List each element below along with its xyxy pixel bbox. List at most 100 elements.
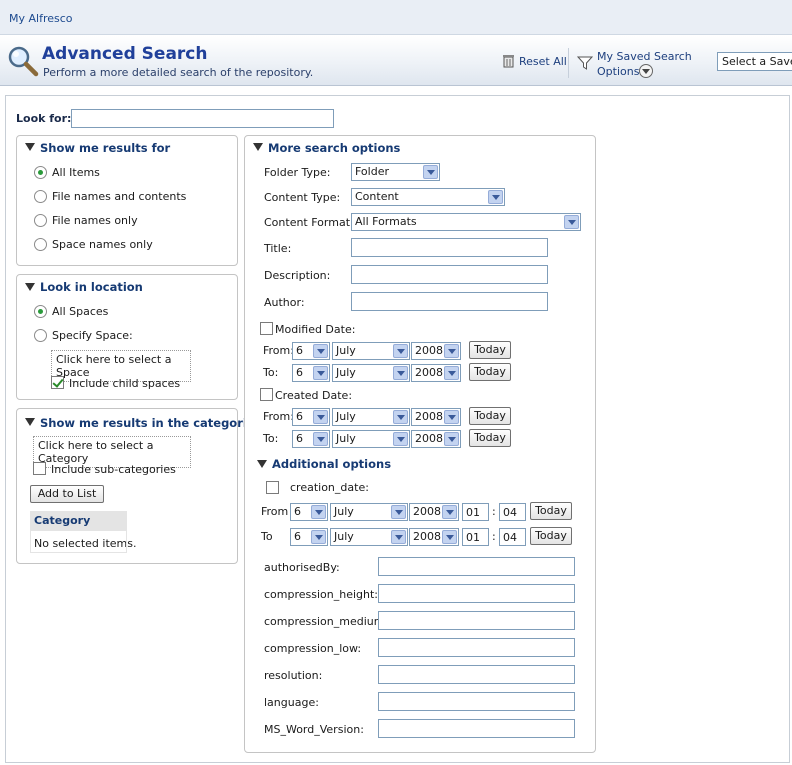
author-input[interactable] — [351, 292, 548, 311]
page-title: Advanced Search — [42, 44, 208, 64]
modified-to-month-value: July — [336, 366, 356, 379]
reset-all-link[interactable]: Reset All — [519, 55, 567, 68]
collapse-triangle-icon[interactable] — [25, 283, 35, 291]
created-date-label: Created Date: — [275, 389, 353, 402]
additional-options-title: Additional options — [272, 457, 392, 471]
category-table-body — [30, 531, 127, 553]
additional-to-hour-input[interactable]: 01 — [462, 528, 489, 546]
chevron-down-icon[interactable] — [639, 64, 653, 78]
folder-type-select[interactable]: Folder — [351, 163, 440, 181]
radio-file-names-only[interactable] — [34, 214, 47, 227]
created-to-day-select[interactable]: 6 — [292, 430, 330, 448]
modified-to-day-select[interactable]: 6 — [292, 364, 330, 382]
modified-to-month-select[interactable]: July — [332, 364, 410, 382]
creation-date-checkbox[interactable] — [266, 481, 279, 494]
saved-search-label-line1: My Saved Search — [597, 50, 692, 63]
include-child-spaces-checkbox[interactable] — [51, 376, 64, 389]
saved-search-options-link[interactable]: My Saved Search Options — [597, 49, 692, 79]
created-from-day-select[interactable]: 6 — [292, 408, 330, 426]
top-bar — [0, 0, 792, 35]
language-label: language: — [264, 696, 319, 709]
modified-from-year-select[interactable]: 2008 — [411, 342, 461, 360]
modified-date-checkbox[interactable] — [260, 322, 273, 335]
radio-space-names-only[interactable] — [34, 238, 47, 251]
radio-specify-space[interactable] — [34, 329, 47, 342]
created-from-year-select[interactable]: 2008 — [411, 408, 461, 426]
compression-medium-input[interactable] — [378, 611, 575, 630]
chevron-down-icon — [391, 505, 406, 519]
additional-to-minute-input[interactable]: 04 — [499, 528, 526, 546]
additional-to-month-value: July — [334, 530, 354, 543]
compression-low-label: compression_low: — [264, 642, 362, 655]
modified-from-day-select[interactable]: 6 — [292, 342, 330, 360]
additional-to-colon: : — [492, 530, 496, 543]
creation-date-label: creation_date: — [290, 481, 369, 494]
content-format-value: All Formats — [355, 215, 417, 228]
created-to-year-value: 2008 — [415, 432, 443, 445]
breadcrumb-my-alfresco[interactable]: My Alfresco — [9, 12, 73, 25]
description-label: Description: — [264, 269, 331, 282]
additional-from-year-value: 2008 — [413, 505, 441, 518]
created-to-month-select[interactable]: July — [332, 430, 410, 448]
created-from-today-button[interactable]: Today — [469, 407, 511, 425]
resolution-input[interactable] — [378, 665, 575, 684]
modified-to-today-button[interactable]: Today — [469, 363, 511, 381]
modified-from-month-select[interactable]: July — [332, 342, 410, 360]
ms-word-version-input[interactable] — [378, 719, 575, 738]
created-from-month-value: July — [336, 410, 356, 423]
created-from-month-select[interactable]: July — [332, 408, 410, 426]
additional-from-minute-input[interactable]: 04 — [499, 503, 526, 521]
look-for-input[interactable] — [71, 109, 334, 128]
content-format-select[interactable]: All Formats — [351, 213, 581, 231]
additional-to-day-value: 6 — [294, 530, 301, 543]
additional-to-year-select[interactable]: 2008 — [409, 528, 459, 546]
additional-from-month-value: July — [334, 505, 354, 518]
add-to-list-button[interactable]: Add to List — [30, 485, 104, 503]
additional-from-label: From — [261, 505, 289, 518]
radio-file-names-and-contents[interactable] — [34, 190, 47, 203]
modified-to-year-select[interactable]: 2008 — [411, 364, 461, 382]
resolution-label: resolution: — [264, 669, 323, 682]
results-for-title: Show me results for — [40, 141, 171, 155]
created-from-label: From: — [263, 410, 294, 423]
modified-from-today-button[interactable]: Today — [469, 341, 511, 359]
additional-from-today-button[interactable]: Today — [530, 502, 572, 520]
content-format-label: Content Format: — [264, 216, 354, 229]
additional-from-day-select[interactable]: 6 — [290, 503, 328, 521]
chevron-down-icon — [311, 505, 326, 519]
additional-to-day-select[interactable]: 6 — [290, 528, 328, 546]
additional-from-month-select[interactable]: July — [330, 503, 408, 521]
compression-low-input[interactable] — [378, 638, 575, 657]
collapse-triangle-icon[interactable] — [257, 460, 267, 468]
created-date-checkbox[interactable] — [260, 388, 273, 401]
collapse-triangle-icon[interactable] — [253, 143, 263, 151]
trash-icon[interactable] — [503, 54, 514, 68]
folder-type-value: Folder — [355, 165, 389, 178]
radio-all-spaces[interactable] — [34, 305, 47, 318]
radio-all-items[interactable] — [34, 166, 47, 179]
modified-from-year-value: 2008 — [415, 344, 443, 357]
description-input[interactable] — [351, 265, 548, 284]
saved-search-label-line2-row: Options — [597, 64, 692, 79]
author-label: Author: — [264, 296, 305, 309]
language-input[interactable] — [378, 692, 575, 711]
additional-to-today-button[interactable]: Today — [530, 527, 572, 545]
created-to-year-select[interactable]: 2008 — [411, 430, 461, 448]
compression-height-input[interactable] — [378, 584, 575, 603]
additional-from-hour-input[interactable]: 01 — [462, 503, 489, 521]
saved-search-select[interactable]: Select a Saved — [717, 52, 792, 71]
modified-date-label: Modified Date: — [275, 323, 356, 336]
title-input[interactable] — [351, 238, 548, 257]
collapse-triangle-icon[interactable] — [25, 418, 35, 426]
include-sub-categories-label: Include sub-categories — [51, 463, 176, 476]
additional-to-month-select[interactable]: July — [330, 528, 408, 546]
content-type-select[interactable]: Content — [351, 188, 505, 206]
include-sub-categories-checkbox[interactable] — [33, 462, 46, 475]
created-to-today-button[interactable]: Today — [469, 429, 511, 447]
chevron-down-icon — [313, 344, 328, 358]
additional-from-year-select[interactable]: 2008 — [409, 503, 459, 521]
chevron-down-icon — [488, 190, 503, 204]
look-for-label: Look for: — [16, 112, 72, 125]
authorised-by-input[interactable] — [378, 557, 575, 576]
collapse-triangle-icon[interactable] — [25, 143, 35, 151]
